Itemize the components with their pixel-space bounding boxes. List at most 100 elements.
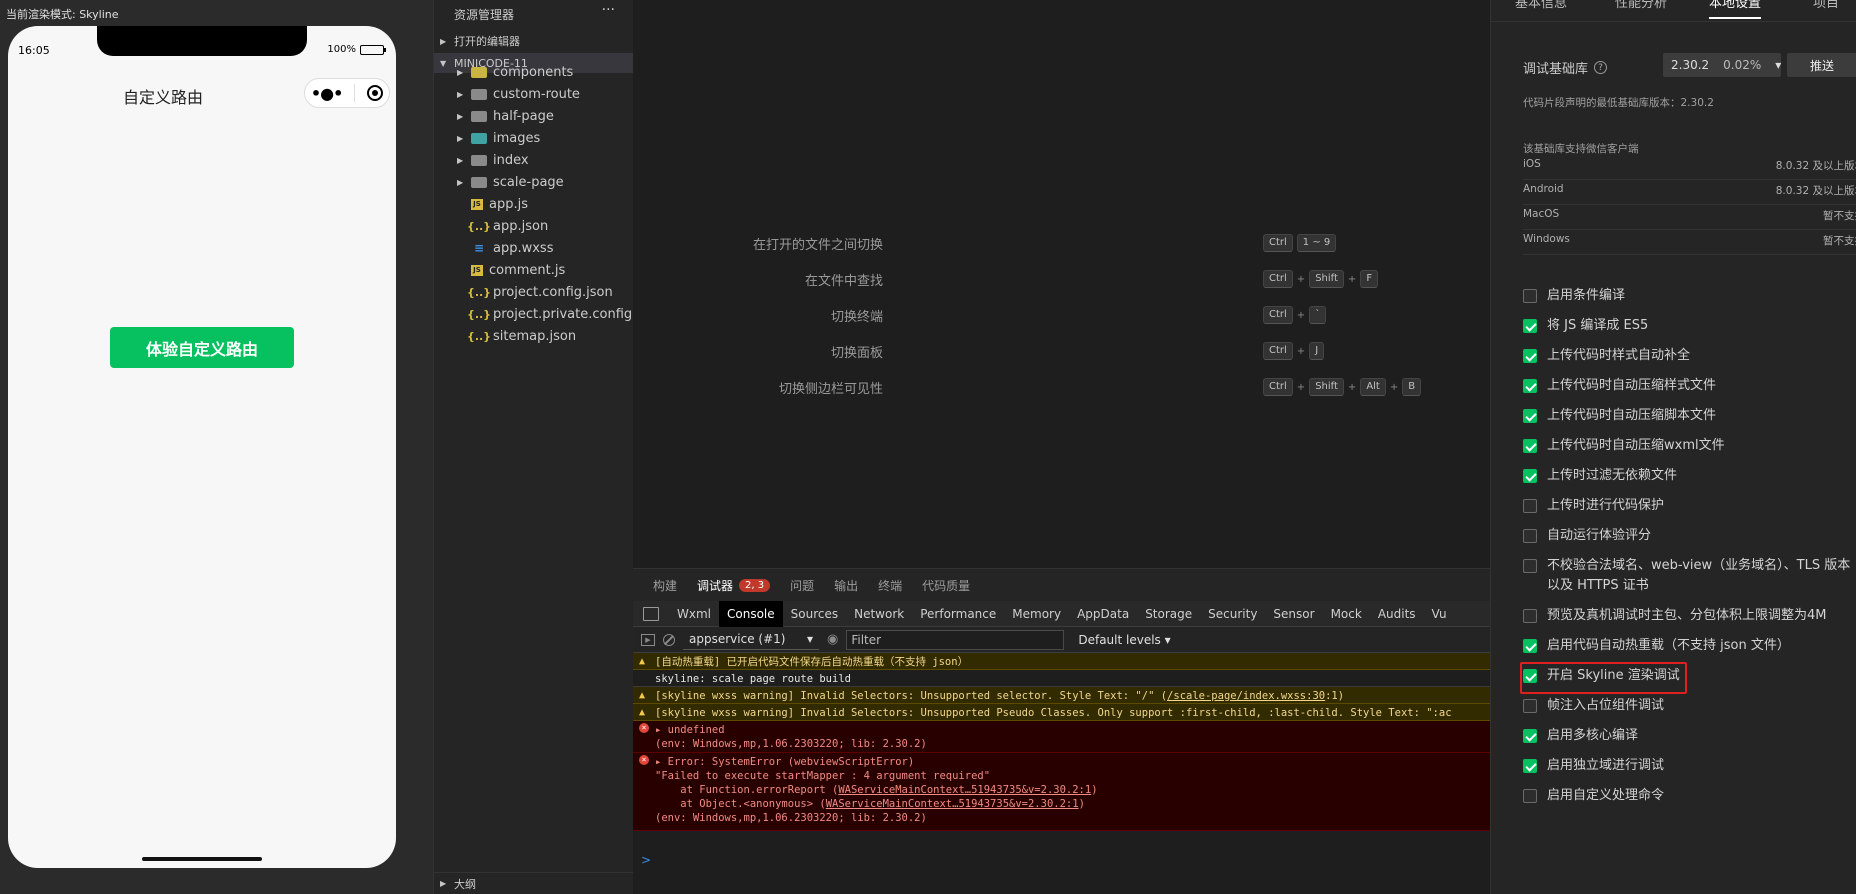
clear-console-icon[interactable] (663, 633, 675, 646)
filter-input[interactable] (846, 629, 1065, 650)
setting-option[interactable]: 上传代码时样式自动补全 (1523, 346, 1853, 366)
checkbox[interactable] (1523, 439, 1537, 453)
tab-basic-info[interactable]: 基本信息 (1515, 0, 1567, 11)
devtools-tab[interactable]: Mock (1323, 601, 1370, 627)
checkbox[interactable] (1523, 729, 1537, 743)
tab-performance[interactable]: 性能分析 (1615, 0, 1667, 11)
checkbox[interactable] (1523, 759, 1537, 773)
more-icon[interactable]: •●• (311, 84, 343, 103)
tree-item[interactable]: ▶ half-page (434, 105, 634, 127)
devtools-tab[interactable]: Audits (1370, 601, 1424, 627)
setting-option[interactable]: 上传代码时自动压缩脚本文件 (1523, 406, 1853, 426)
tree-item[interactable]: ▶ scale-page (434, 171, 634, 193)
checkbox[interactable] (1523, 639, 1537, 653)
checkbox[interactable] (1523, 529, 1537, 543)
devtools-tab[interactable]: Vu (1424, 601, 1455, 627)
inspect-icon[interactable] (643, 606, 659, 621)
checkbox[interactable] (1523, 559, 1537, 573)
devtools-tab[interactable]: Storage (1137, 601, 1200, 627)
console-prompt[interactable]: > (641, 853, 651, 867)
open-editors-section[interactable]: ▶ 打开的编辑器 (434, 31, 634, 51)
setting-option[interactable]: 上传代码时自动压缩wxml文件 (1523, 436, 1853, 456)
debug-tab[interactable]: 调试器 2, 3 (697, 577, 771, 594)
log-line: "Failed to execute startMapper : 4 argum… (655, 769, 1490, 783)
tab-local-settings[interactable]: 本地设置 (1709, 0, 1762, 19)
devtools-tab[interactable]: AppData (1069, 601, 1137, 627)
debug-tab[interactable]: 终端 (878, 577, 902, 594)
checkbox[interactable] (1523, 319, 1537, 333)
source-link[interactable]: WAServiceMainContext…51943735&v=2.30.2:1 (838, 784, 1091, 796)
home-indicator (142, 857, 262, 861)
checkbox[interactable] (1523, 499, 1537, 513)
eye-icon[interactable]: ◉ (827, 632, 838, 647)
help-icon[interactable]: ? (1594, 61, 1608, 74)
devtools-tab[interactable]: Security (1200, 601, 1265, 627)
devtools-tab[interactable]: Sources (783, 601, 846, 627)
close-target-icon[interactable] (367, 85, 384, 101)
debug-tab-label: 构建 (653, 578, 678, 593)
lib-version-select[interactable]: 2.30.2 0.02% ▾ (1663, 53, 1781, 77)
devtools-tab[interactable]: Wxml (669, 601, 719, 627)
devtools-tab[interactable]: Network (846, 601, 912, 627)
chevron-right-icon: ▶ (457, 177, 464, 187)
setting-option[interactable]: 不校验合法域名、web-view（业务域名）、TLS 版本以及 HTTPS 证书 (1523, 556, 1853, 596)
setting-option[interactable]: 上传时进行代码保护 (1523, 496, 1853, 516)
checkbox[interactable] (1523, 609, 1537, 623)
debug-tab[interactable]: 问题 (790, 577, 814, 594)
checkbox[interactable] (1523, 349, 1537, 363)
tree-item[interactable]: {..} project.private.config.js... (434, 303, 659, 325)
tab-project[interactable]: 项目 (1813, 0, 1839, 11)
setting-option[interactable]: 预览及真机调试时主包、分包体积上限调整为4M (1523, 606, 1853, 626)
tree-item[interactable]: JS comment.js (434, 259, 634, 281)
devtools-tab[interactable]: Performance (912, 601, 1004, 627)
devtools-tab[interactable]: Console (719, 600, 783, 627)
tree-item[interactable]: {..} project.config.json (434, 281, 634, 303)
tree-item[interactable]: JS app.js (434, 193, 634, 215)
key-cap: F (1360, 270, 1379, 288)
setting-option[interactable]: 帧注入占位组件调试 (1523, 696, 1853, 716)
setting-option[interactable]: 启用自定义处理命令 (1523, 786, 1853, 806)
custom-route-button[interactable]: 体验自定义路由 (110, 327, 294, 368)
checkbox[interactable] (1523, 699, 1537, 713)
debug-tab[interactable]: 输出 (834, 577, 858, 594)
checkbox[interactable] (1523, 409, 1537, 423)
sidebar-toggle-icon[interactable]: ▶ (641, 633, 655, 646)
setting-option[interactable]: 将 JS 编译成 ES5 (1523, 316, 1853, 336)
setting-option[interactable]: 上传时过滤无依赖文件 (1523, 466, 1853, 486)
checkbox[interactable] (1523, 289, 1537, 303)
checkbox[interactable] (1523, 469, 1537, 483)
log-levels-dropdown[interactable]: Default levels ▾ (1078, 633, 1170, 647)
setting-option[interactable]: 自动运行体验评分 (1523, 526, 1853, 546)
outline-section[interactable]: ▶ 大纲 (434, 872, 634, 894)
explorer-more-icon[interactable]: ··· (602, 2, 615, 18)
log-text: (env: Windows,mp,1.06.2303220; lib: 2.30… (655, 812, 927, 824)
tree-item[interactable]: ≡ app.wxss (434, 237, 634, 259)
log-text: ▸ undefined (655, 724, 725, 736)
checkbox[interactable] (1523, 379, 1537, 393)
source-link[interactable]: /scale-page/index.wxss:30 (1167, 690, 1325, 702)
checkbox[interactable] (1523, 789, 1537, 803)
context-select[interactable]: appservice (#1) ▾ (683, 630, 819, 650)
setting-option[interactable]: 启用多核心编译 (1523, 726, 1853, 746)
tree-item[interactable]: ▶ custom-route (434, 83, 634, 105)
debug-tab[interactable]: 代码质量 (922, 577, 970, 594)
debug-tab-label: 终端 (878, 578, 903, 593)
key-plus: + (1347, 273, 1357, 285)
tree-item[interactable]: ▶ components (434, 61, 634, 83)
setting-option[interactable]: 启用独立域进行调试 (1523, 756, 1853, 776)
phone-notch (97, 26, 307, 56)
debug-tab[interactable]: 构建 (653, 577, 677, 594)
tree-item[interactable]: {..} app.json (434, 215, 634, 237)
devtools-tab[interactable]: Memory (1004, 601, 1069, 627)
setting-option[interactable]: 上传代码时自动压缩样式文件 (1523, 376, 1853, 396)
tree-item[interactable]: {..} sitemap.json (434, 325, 634, 347)
capsule-divider (354, 84, 356, 102)
setting-option[interactable]: 启用条件编译 (1523, 286, 1853, 306)
tree-item[interactable]: ▶ index (434, 149, 634, 171)
setting-option[interactable]: 启用代码自动热重载（不支持 json 文件） (1523, 636, 1853, 656)
push-button[interactable]: 推送 (1787, 53, 1856, 77)
devtools-tab[interactable]: Sensor (1265, 601, 1322, 627)
source-link[interactable]: WAServiceMainContext…51943735&v=2.30.2:1 (826, 798, 1079, 810)
tree-item[interactable]: ▶ images (434, 127, 634, 149)
log-line: at Object.<anonymous> (WAServiceMainCont… (655, 797, 1490, 811)
